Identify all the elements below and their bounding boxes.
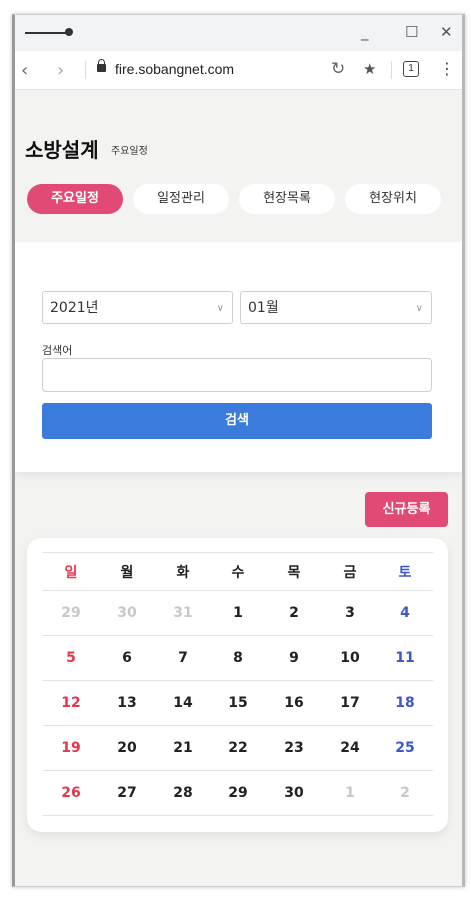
month-select[interactable]: 01월 ∨	[240, 291, 432, 324]
minimize-icon[interactable]: _	[361, 23, 369, 41]
calendar-day[interactable]: 14	[155, 681, 211, 725]
calendar-day[interactable]: 30	[266, 771, 322, 815]
calendar-week-row: 19 20 21 22 23 24 25	[43, 725, 433, 770]
back-icon[interactable]: ‹	[21, 60, 28, 81]
calendar-day[interactable]: 3	[322, 591, 378, 635]
divider	[85, 61, 86, 79]
calendar-day[interactable]: 29	[43, 591, 99, 635]
weekday-friday: 금	[343, 564, 357, 581]
calendar-day[interactable]: 27	[99, 771, 155, 815]
calendar-week-row: 5 6 7 8 9 10 11	[43, 635, 433, 680]
calendar-day[interactable]: 5	[43, 636, 99, 680]
calendar-week-row: 12 13 14 15 16 17 18	[43, 680, 433, 725]
keyword-input[interactable]	[42, 358, 432, 392]
calendar-day[interactable]: 8	[210, 636, 266, 680]
weekday-thursday: 목	[287, 564, 301, 581]
calendar-day[interactable]: 13	[99, 681, 155, 725]
weekday-wednesday: 수	[231, 564, 245, 581]
calendar-day[interactable]: 30	[99, 591, 155, 635]
tab-site-list[interactable]: 현장목록	[239, 184, 335, 214]
calendar-grid: 일 월 화 수 목 금 토 29 30 31 1 2 3 4 5 6 7 8 9 10 11 12 13 14 1…	[43, 552, 433, 816]
new-registration-button[interactable]: 신규등록	[365, 492, 448, 527]
divider	[391, 61, 392, 79]
forward-icon[interactable]: ›	[57, 60, 64, 81]
calendar-day[interactable]: 1	[210, 591, 266, 635]
window-slider-track[interactable]	[25, 32, 67, 34]
calendar-week-row: 26 27 28 29 30 1 2	[43, 770, 433, 816]
tab-site-location[interactable]: 현장위치	[345, 184, 441, 214]
address-bar: ‹ › fire.sobangnet.com ↻ ★ 1 ⋮	[15, 51, 462, 90]
calendar-day[interactable]: 10	[322, 636, 378, 680]
calendar-day[interactable]: 16	[266, 681, 322, 725]
calendar-day[interactable]: 28	[155, 771, 211, 815]
lock-icon[interactable]	[97, 59, 106, 72]
tab-major-schedule[interactable]: 주요일정	[27, 184, 123, 214]
window-titlebar: _ ☐ ✕	[15, 15, 462, 51]
calendar-day[interactable]: 12	[43, 681, 99, 725]
window-slider-knob[interactable]	[65, 28, 73, 36]
calendar-day[interactable]: 29	[210, 771, 266, 815]
weekday-tuesday: 화	[176, 564, 190, 581]
page-subtitle: 주요일정	[111, 146, 148, 157]
calendar-day[interactable]: 4	[377, 591, 433, 635]
calendar-day[interactable]: 23	[266, 726, 322, 770]
tab-count-button[interactable]: 1	[403, 61, 419, 77]
year-select-value: 2021년	[50, 300, 99, 316]
calendar-day[interactable]: 21	[155, 726, 211, 770]
calendar-day[interactable]: 25	[377, 726, 433, 770]
search-button[interactable]: 검색	[42, 403, 432, 439]
calendar-day[interactable]: 31	[155, 591, 211, 635]
url-field[interactable]: fire.sobangnet.com	[115, 61, 234, 77]
calendar-day[interactable]: 22	[210, 726, 266, 770]
calendar-day[interactable]: 19	[43, 726, 99, 770]
calendar-day[interactable]: 11	[377, 636, 433, 680]
page-title: 소방설계	[25, 138, 99, 162]
calendar-day[interactable]: 9	[266, 636, 322, 680]
calendar-day[interactable]: 20	[99, 726, 155, 770]
keyword-label: 검색어	[42, 344, 73, 357]
weekday-monday: 월	[120, 564, 134, 581]
calendar-day[interactable]: 18	[377, 681, 433, 725]
more-menu-icon[interactable]: ⋮	[439, 59, 455, 78]
year-select[interactable]: 2021년 ∨	[42, 291, 233, 324]
calendar-day[interactable]: 26	[43, 771, 99, 815]
calendar-day[interactable]: 2	[266, 591, 322, 635]
calendar-week-row: 29 30 31 1 2 3 4	[43, 590, 433, 635]
search-panel: 2021년 ∨ 01월 ∨ 검색어 검색	[15, 242, 462, 472]
page-content: 소방설계 주요일정 주요일정 일정관리 현장목록 현장위치 2021년 ∨ 01…	[15, 90, 462, 886]
chevron-down-icon: ∨	[415, 303, 423, 314]
chevron-down-icon: ∨	[216, 303, 224, 314]
bookmark-star-icon[interactable]: ★	[363, 60, 376, 78]
calendar-day[interactable]: 17	[322, 681, 378, 725]
calendar-day[interactable]: 7	[155, 636, 211, 680]
tab-schedule-management[interactable]: 일정관리	[133, 184, 229, 214]
weekday-saturday: 토	[398, 564, 412, 581]
maximize-icon[interactable]: ☐	[405, 23, 418, 41]
weekday-sunday: 일	[64, 564, 78, 581]
calendar-day[interactable]: 24	[322, 726, 378, 770]
calendar: 일 월 화 수 목 금 토 29 30 31 1 2 3 4 5 6 7 8 9 10 11 12 13 14 1…	[27, 538, 448, 832]
reload-icon[interactable]: ↻	[331, 59, 345, 79]
calendar-weekday-row: 일 월 화 수 목 금 토	[43, 552, 433, 590]
close-icon[interactable]: ✕	[440, 23, 453, 41]
calendar-day[interactable]: 15	[210, 681, 266, 725]
phone-frame: _ ☐ ✕ ‹ › fire.sobangnet.com ↻ ★ 1 ⋮ 소방설…	[12, 14, 465, 887]
calendar-day[interactable]: 1	[322, 771, 378, 815]
calendar-day[interactable]: 2	[377, 771, 433, 815]
month-select-value: 01월	[248, 300, 279, 316]
calendar-day[interactable]: 6	[99, 636, 155, 680]
